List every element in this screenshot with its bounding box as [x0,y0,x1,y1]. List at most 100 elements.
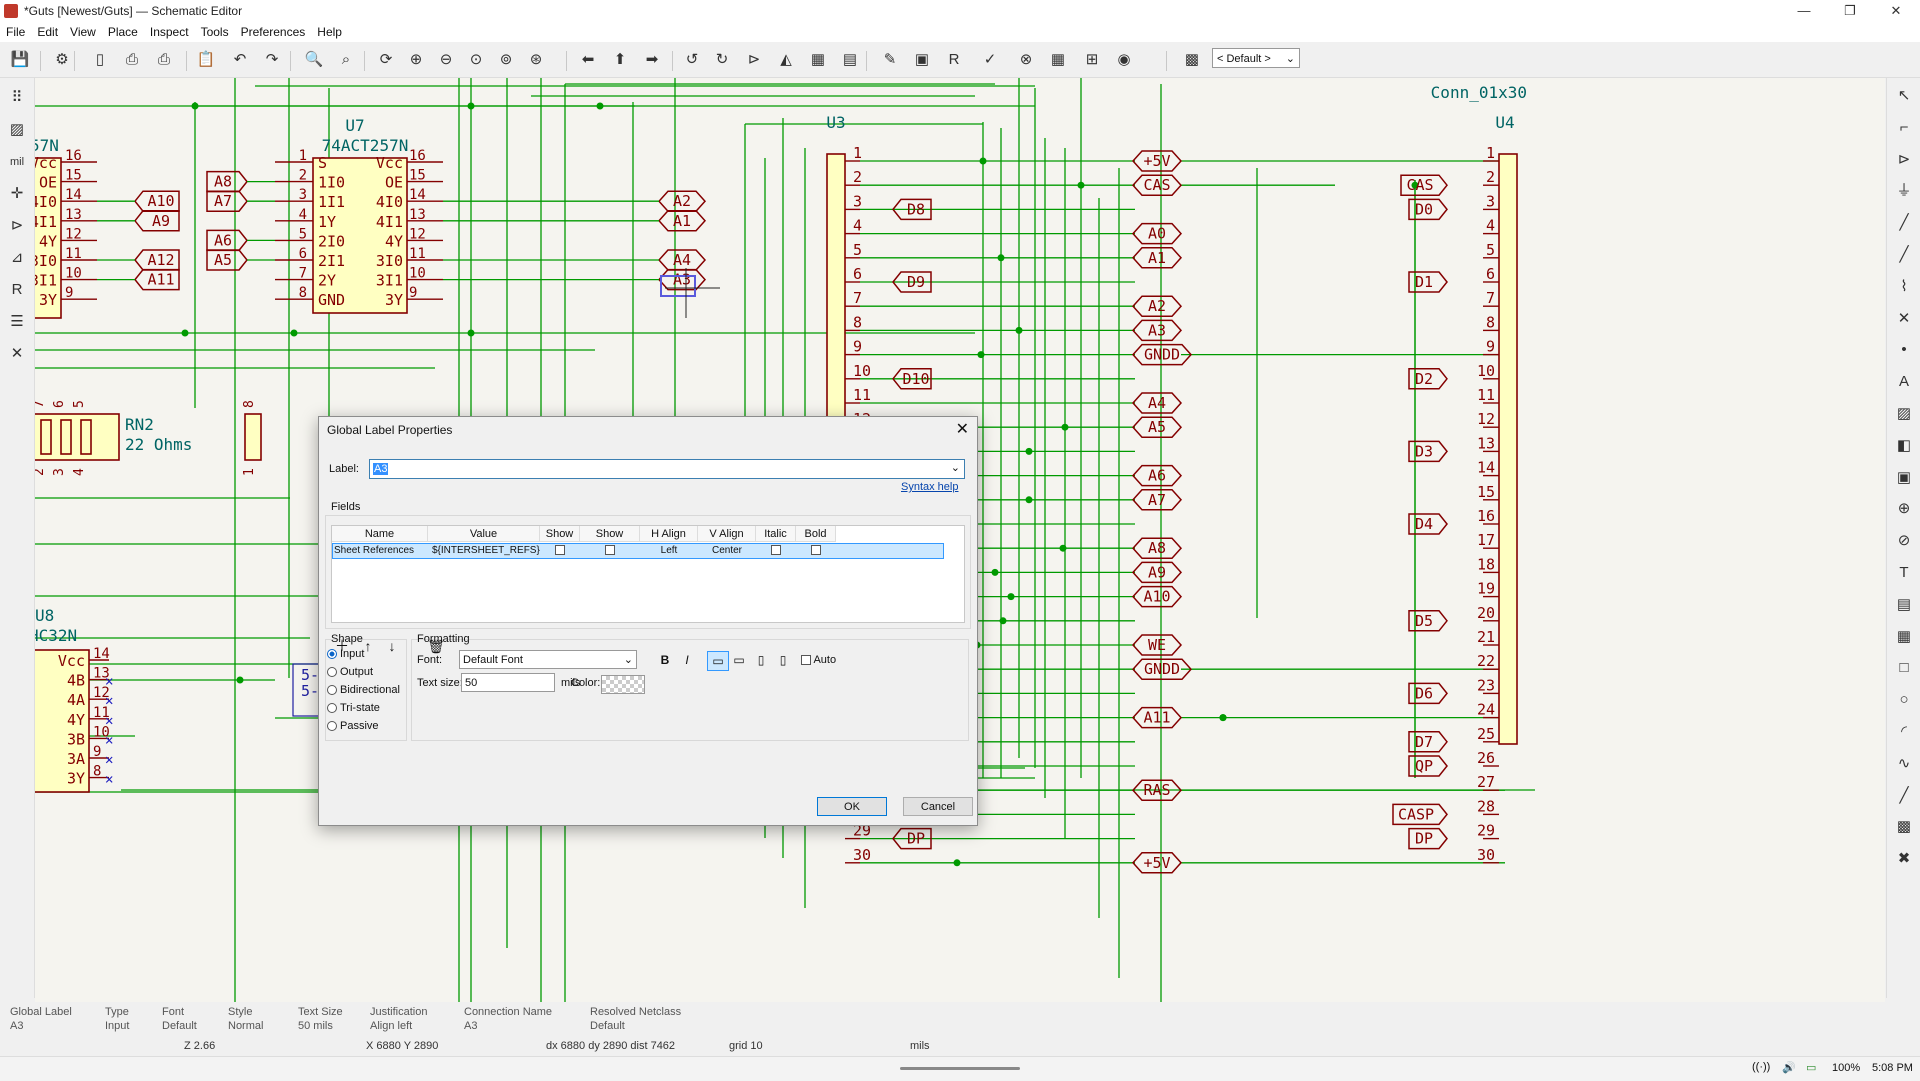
add-symbol-icon[interactable]: ⊳ [1891,148,1917,172]
italic-button[interactable]: I [677,651,697,669]
menu-help[interactable]: Help [311,25,348,39]
bus-entry-icon[interactable]: ⌇ [1891,275,1917,299]
annotate-icon[interactable]: R [942,49,966,71]
bezier-icon[interactable]: ∿ [1891,752,1917,776]
annotate-icon[interactable]: R [4,278,30,302]
col-bold[interactable]: Bold [796,526,836,542]
menu-tools[interactable]: Tools [195,25,235,39]
bom-icon[interactable]: ⊞ [1080,49,1104,71]
circle-icon[interactable]: ○ [1891,688,1917,712]
paste-icon[interactable]: 📋 [194,49,218,71]
col-show[interactable]: Show [540,526,580,542]
textbox-icon[interactable]: ▤ [1891,593,1917,617]
close-icon[interactable]: ✕ [956,419,969,439]
nav-up-icon[interactable]: ⬆ [608,49,632,71]
delete-icon[interactable]: ✖ [1891,847,1917,871]
zoom-selection-icon[interactable]: ⊛ [524,49,548,71]
shape-output-radio[interactable]: Output [327,666,373,678]
minimize-button[interactable]: — [1784,0,1824,22]
refresh-icon[interactable]: ⟳ [374,49,398,71]
close-window-button[interactable]: ✕ [1876,0,1916,22]
table-icon[interactable]: ▦ [1891,625,1917,649]
row-name[interactable]: Sheet References [334,543,426,559]
symbol-fields-icon[interactable]: ▦ [1046,49,1070,71]
symbol-browser-icon[interactable]: ▣ [910,49,934,71]
maximize-button[interactable]: ❐ [1830,0,1870,22]
grid-overrides-icon[interactable]: ▨ [4,118,30,142]
zoom-in-icon[interactable]: ⊕ [404,49,428,71]
wire-angle-icon[interactable]: ⊿ [4,246,30,270]
cancel-button[interactable]: Cancel [903,797,973,816]
undo-icon[interactable]: ↶ [228,49,252,71]
row-value[interactable]: ${INTERSHEET_REFS} [432,543,540,559]
properties-icon[interactable]: ✕ [4,342,30,366]
add-wire-icon[interactable]: ╱ [1891,211,1917,235]
italic-checkbox[interactable] [756,543,796,559]
row-v-align[interactable]: Center [698,543,756,559]
shape-bidirectional-radio[interactable]: Bidirectional [327,684,400,696]
highlight-net-icon[interactable]: ⌐ [1891,116,1917,140]
cursor-icon[interactable]: ✛ [4,182,30,206]
col-show-name[interactable]: Show Name [580,526,640,556]
auto-checkbox[interactable]: Auto [801,654,836,666]
sheet-pin-icon[interactable]: ⊘ [1891,529,1917,553]
no-connect-icon[interactable]: ✕ [1891,307,1917,331]
zoom-out-icon[interactable]: ⊖ [434,49,458,71]
units-mil-icon[interactable]: mil [4,150,30,174]
nav-back-icon[interactable]: ⬅ [576,49,600,71]
grid-icon[interactable]: ⠿ [4,86,30,110]
rotate-ccw-icon[interactable]: ↺ [680,49,704,71]
menu-view[interactable]: View [64,25,102,39]
hier-label-icon[interactable]: ◧ [1891,434,1917,458]
battery-icon[interactable]: ▭ [1806,1061,1816,1074]
color-swatch[interactable] [601,675,645,694]
font-select[interactable]: Default Font ⌄ [459,650,637,669]
fields-grid[interactable]: Name Value Show Show Name H Align V Alig… [331,525,965,623]
net-label-icon[interactable]: A [1891,370,1917,394]
spin-up-icon[interactable]: ▯ [751,651,771,669]
erc-icon[interactable]: ✓ [978,49,1002,71]
image-icon[interactable]: ▩ [1891,815,1917,839]
ungroup-icon[interactable]: ▤ [838,49,862,71]
col-italic[interactable]: Italic [756,526,796,542]
shape-input-radio[interactable]: Input [327,648,364,660]
col-h-align[interactable]: H Align [640,526,698,542]
zoom-objects-icon[interactable]: ⊚ [494,49,518,71]
spin-right-icon[interactable]: ▭ [729,651,749,669]
print-icon[interactable]: ⎙ [120,49,144,71]
line-icon[interactable]: ╱ [1891,784,1917,808]
col-value[interactable]: Value [428,526,540,542]
wifi-icon[interactable]: ((·)) [1752,1061,1770,1073]
row-h-align[interactable]: Left [640,543,698,559]
hier-sheet-icon[interactable]: ▣ [1891,466,1917,490]
scroll-handle[interactable] [900,1067,1020,1070]
menu-edit[interactable]: Edit [31,25,64,39]
spin-down-icon[interactable]: ▯ [773,651,793,669]
menu-file[interactable]: File [0,25,31,39]
select-icon[interactable]: ↖ [1891,84,1917,108]
junction-icon[interactable]: • [1891,338,1917,362]
chevron-down-icon[interactable]: ⌄ [951,461,960,474]
redo-icon[interactable]: ↷ [260,49,284,71]
hidden-pins-icon[interactable]: ⊳ [4,214,30,238]
find-icon[interactable]: 🔍 [302,49,326,71]
import-pin-icon[interactable]: ⊕ [1891,497,1917,521]
arc-icon[interactable]: ◜ [1891,720,1917,744]
variant-select[interactable]: < Default > ⌄ [1212,48,1300,68]
text-icon[interactable]: T [1891,561,1917,585]
show-name-checkbox[interactable] [580,543,640,559]
bold-checkbox[interactable] [796,543,836,559]
symbol-editor-icon[interactable]: ✎ [878,49,902,71]
pcb-editor-icon[interactable]: ▩ [1180,49,1204,71]
zoom-fit-icon[interactable]: ⊙ [464,49,488,71]
add-bus-icon[interactable]: ╱ [1891,243,1917,267]
menu-preferences[interactable]: Preferences [235,25,312,39]
save-icon[interactable]: 💾 [8,49,32,71]
col-v-align[interactable]: V Align [698,526,756,542]
footprint-assign-icon[interactable]: ◉ [1112,49,1136,71]
group-icon[interactable]: ▦ [806,49,830,71]
menu-place[interactable]: Place [102,25,144,39]
nav-forward-icon[interactable]: ➡ [640,49,664,71]
schematic-setup-icon[interactable]: ⚙ [50,49,74,71]
spin-left-icon[interactable]: ▭ [707,651,729,671]
